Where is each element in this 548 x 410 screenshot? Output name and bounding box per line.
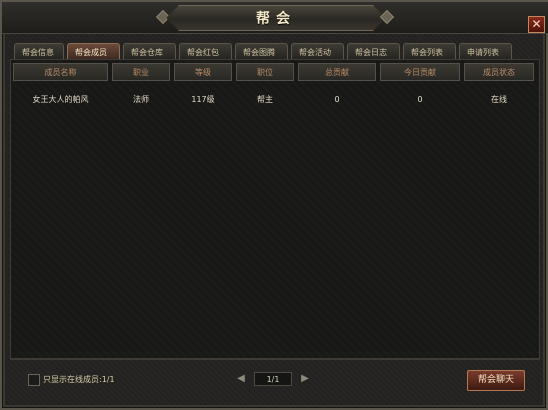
tab-guild-list[interactable]: 帮会列表 [403, 43, 456, 60]
tab-guild-warehouse[interactable]: 帮会仓库 [123, 43, 176, 60]
tab-guild-info[interactable]: 帮会信息 [14, 43, 64, 60]
members-panel: 成员名称 职业 等级 职位 总贡献 今日贡献 成员状态 女王大人的帕风 法师 1… [10, 59, 540, 359]
tab-guild-log[interactable]: 帮会日志 [347, 43, 400, 60]
window-title: 帮会 [256, 11, 296, 27]
prev-page-icon[interactable]: ◀ [234, 372, 248, 386]
title-ornament-right [379, 9, 395, 25]
tab-guild-members[interactable]: 帮会成员 [67, 43, 120, 60]
online-count: :1/1 [99, 375, 115, 384]
column-header-position[interactable]: 职位 [236, 63, 294, 81]
column-header-level[interactable]: 等级 [174, 63, 232, 81]
member-class-cell: 法师 [133, 95, 149, 104]
online-only-label-group: 只显示在线成员:1/1 [43, 374, 115, 386]
title-plaque: 帮会 [166, 5, 386, 31]
column-header-class[interactable]: 职业 [112, 63, 170, 81]
member-today-contribution-cell: 0 [417, 95, 423, 104]
tab-application-list[interactable]: 申请列表 [459, 43, 512, 60]
guild-tabs: 帮会信息 帮会成员 帮会仓库 帮会红包 帮会图腾 帮会活动 帮会日志 帮会列表 … [14, 43, 512, 60]
column-header-today-contribution[interactable]: 今日贡献 [380, 63, 460, 81]
member-status-cell: 在线 [491, 95, 507, 104]
guild-window: 帮会 ✕ 帮会信息 帮会成员 帮会仓库 帮会红包 帮会图腾 帮会活动 帮会日志 … [0, 0, 548, 410]
title-bar: 帮会 ✕ [2, 2, 548, 34]
next-page-icon[interactable]: ▶ [298, 372, 312, 386]
guild-chat-button[interactable]: 帮会聊天 [467, 370, 525, 391]
page-indicator: 1/1 [254, 372, 292, 386]
table-row[interactable]: 女王大人的帕风 法师 117级 帮主 0 0 在线 [13, 92, 534, 108]
close-icon: ✕ [531, 17, 542, 31]
member-total-contribution-cell: 0 [334, 95, 340, 104]
column-header-total-contribution[interactable]: 总贡献 [298, 63, 376, 81]
member-level-cell: 117级 [191, 95, 215, 104]
column-header-member-status[interactable]: 成员状态 [464, 63, 534, 81]
member-position-cell: 帮主 [257, 95, 273, 104]
close-button[interactable]: ✕ [528, 16, 545, 33]
online-only-label: 只显示在线成员 [43, 375, 99, 384]
tab-guild-totem[interactable]: 帮会图腾 [235, 43, 288, 60]
member-name-cell: 女王大人的帕风 [32, 95, 89, 104]
table-header: 成员名称 职业 等级 职位 总贡献 今日贡献 成员状态 [13, 63, 534, 81]
online-only-checkbox[interactable] [28, 374, 40, 386]
footer-divider [10, 359, 540, 360]
pagination: ◀ 1/1 ▶ [234, 372, 312, 386]
tab-guild-red-packet[interactable]: 帮会红包 [179, 43, 232, 60]
tab-guild-activity[interactable]: 帮会活动 [291, 43, 344, 60]
column-header-member-name[interactable]: 成员名称 [13, 63, 108, 81]
